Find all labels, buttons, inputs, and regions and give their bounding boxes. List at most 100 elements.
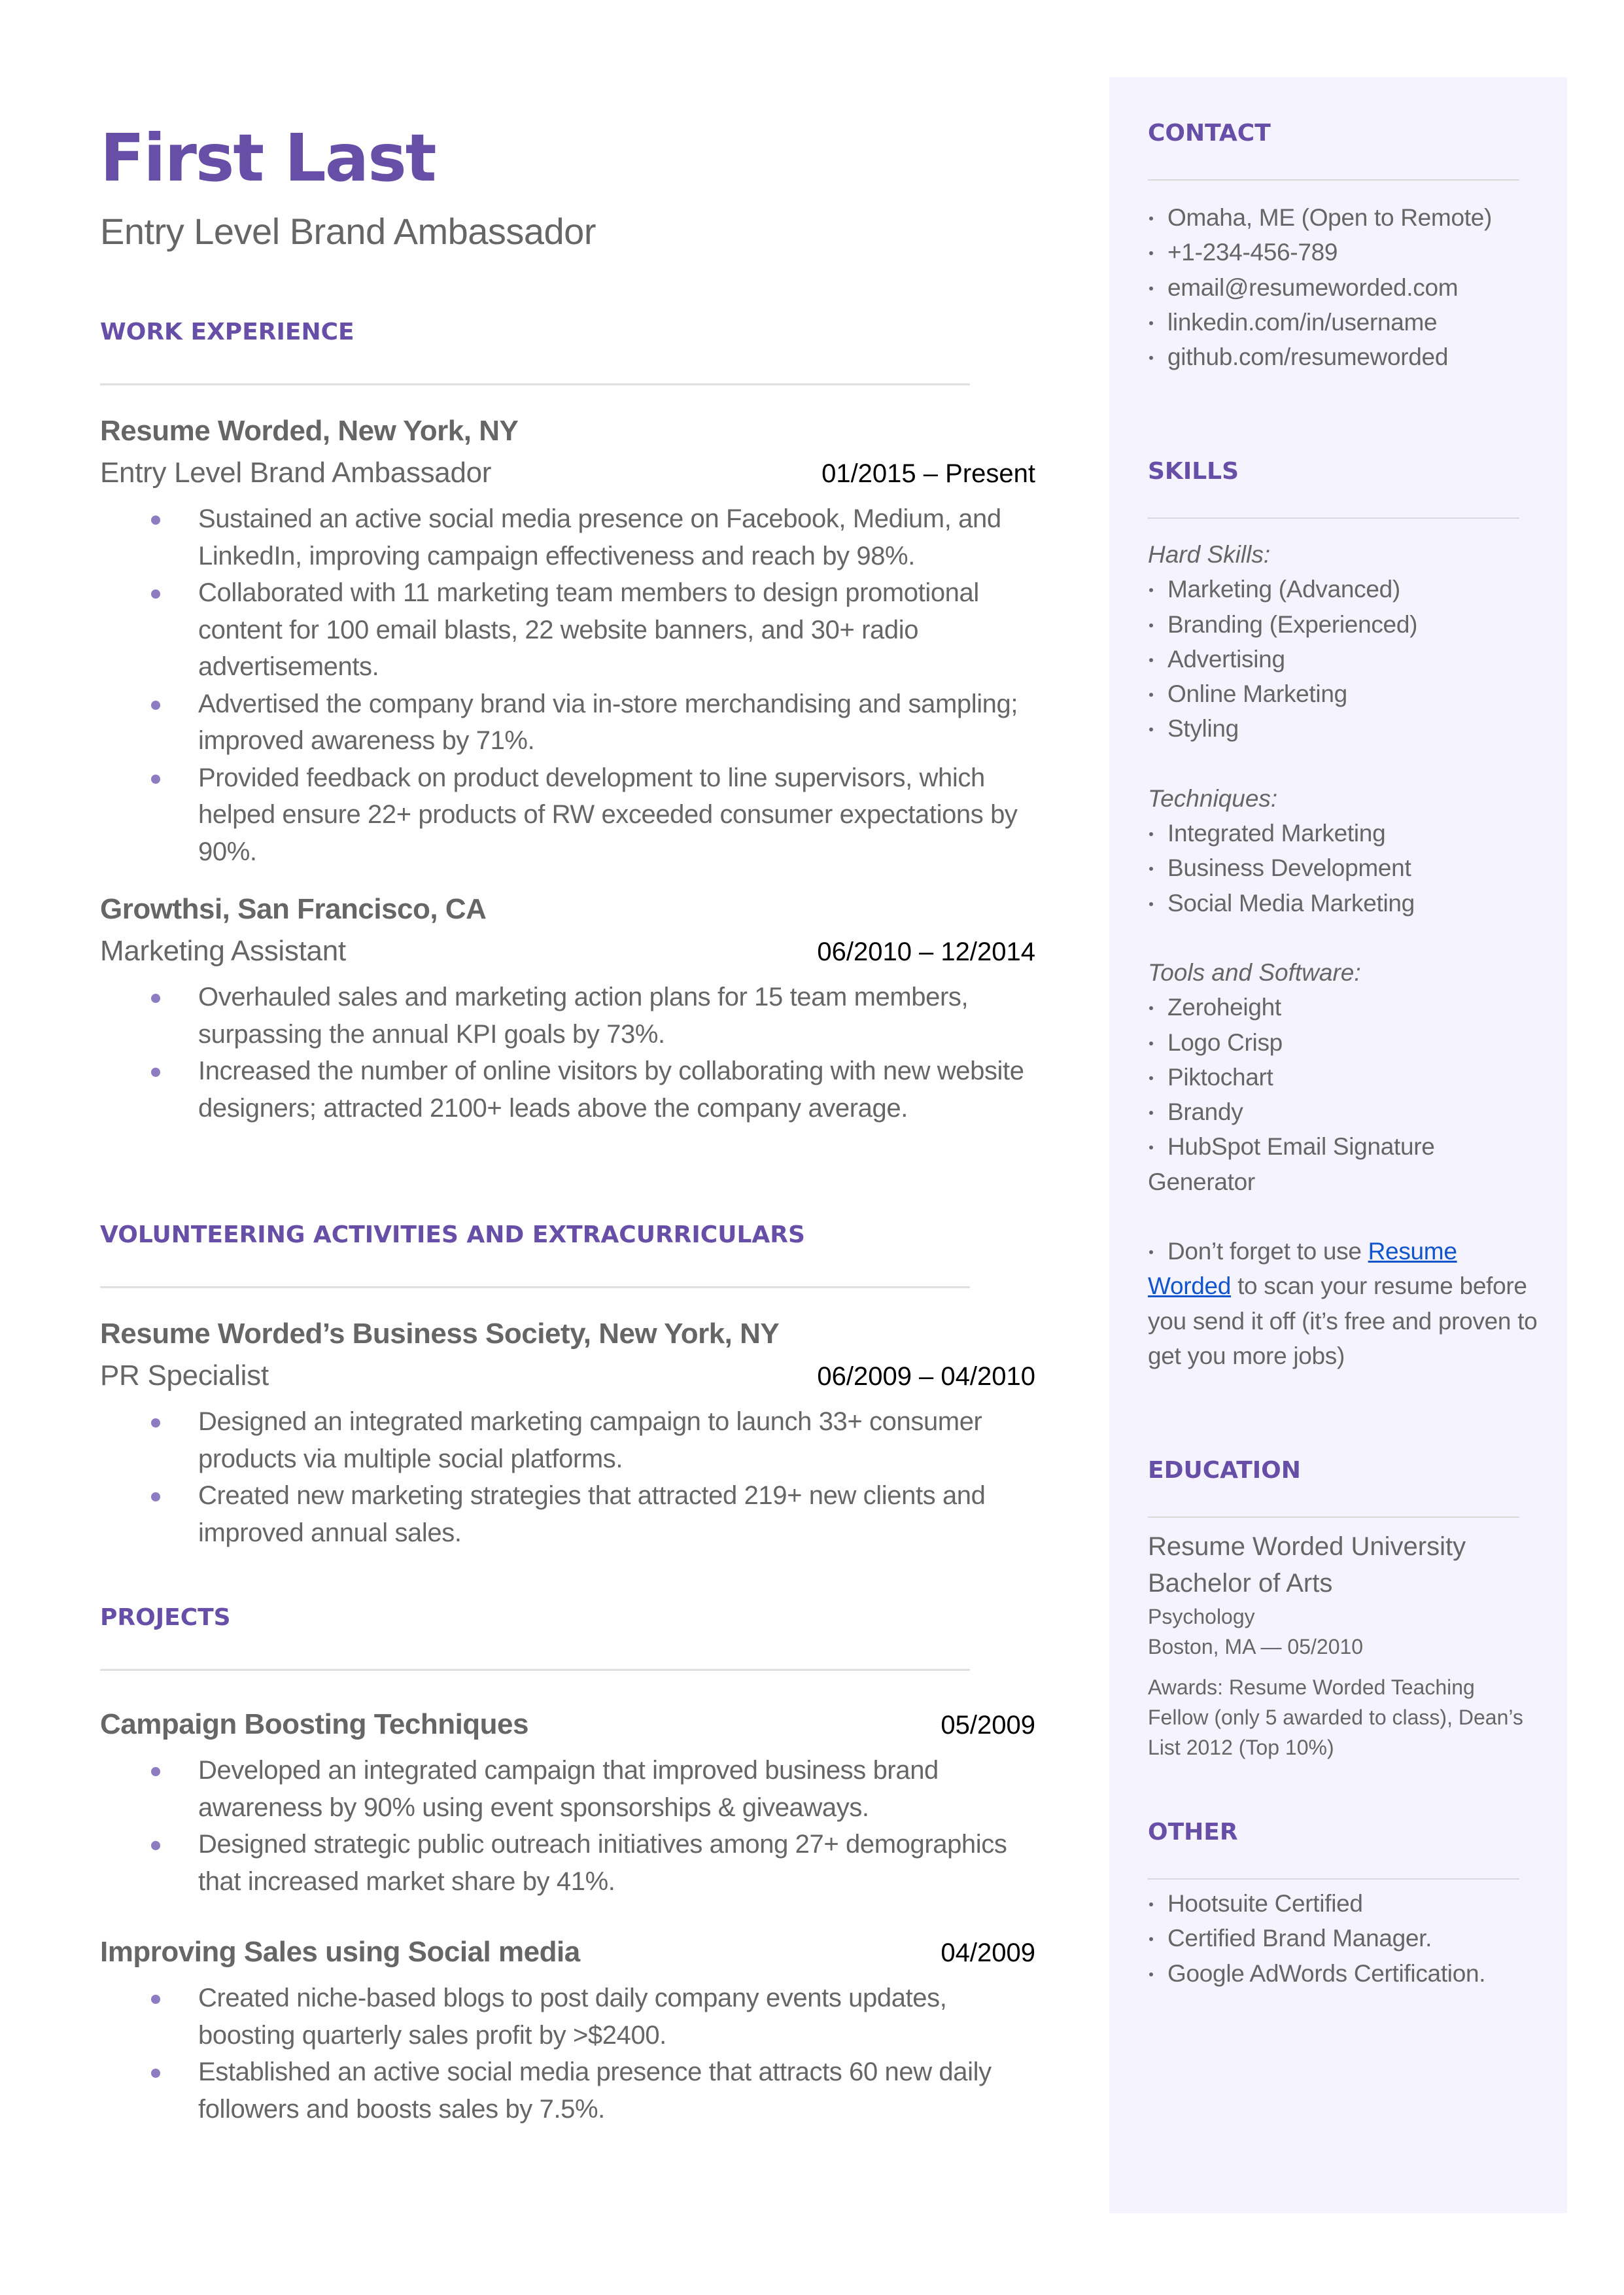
skill-text: Online Marketing bbox=[1167, 680, 1347, 708]
work-experience-section: WORK EXPERIENCE Resume Worded, New York,… bbox=[100, 321, 1035, 1127]
entry-bullets: Designed an integrated marketing campaig… bbox=[100, 1403, 1035, 1551]
bullet-dot-icon bbox=[1149, 1972, 1153, 1976]
skill-text: Business Development bbox=[1167, 854, 1411, 882]
skill-item: Zeroheight bbox=[1148, 990, 1540, 1025]
project-entry: Improving Sales using Social media 04/20… bbox=[100, 1938, 1035, 2128]
skill-text: Branding (Experienced) bbox=[1167, 610, 1418, 638]
bullet-dot-icon bbox=[1149, 356, 1153, 360]
contact-heading: CONTACT bbox=[1148, 120, 1271, 147]
bullet-item: Sustained an active social media presenc… bbox=[100, 500, 1035, 574]
education-section: EDUCATION Resume Worded University Bache… bbox=[1148, 1459, 1540, 1762]
bullet-item: Collaborated with 11 marketing team memb… bbox=[100, 574, 1035, 686]
skill-text: Brandy bbox=[1167, 1098, 1243, 1126]
resume-worded-tip: Don’t forget to use Resume Worded to sca… bbox=[1148, 1234, 1540, 1373]
work-entry: Growthsi, San Francisco, CA Marketing As… bbox=[100, 895, 1035, 1127]
entry-date: 06/2009 – 04/2010 bbox=[817, 1362, 1035, 1391]
entry-organization: Growthsi, San Francisco, CA bbox=[100, 893, 487, 925]
bullet-dot-icon bbox=[1149, 286, 1153, 290]
other-item: Google AdWords Certification. bbox=[1148, 1956, 1540, 1991]
contact-linkedin[interactable]: linkedin.com/in/username bbox=[1148, 305, 1540, 340]
linkedin-link[interactable]: linkedin.com/in/username bbox=[1167, 309, 1438, 336]
project-bullets: Created niche-based blogs to post daily … bbox=[100, 1980, 1035, 2128]
volunteering-section: VOLUNTEERING ACTIVITIES AND EXTRACURRICU… bbox=[100, 1223, 1035, 1551]
project-title-row: Campaign Boosting Techniques 05/2009 bbox=[100, 1710, 1035, 1739]
bullet-text: Sustained an active social media presenc… bbox=[198, 504, 1001, 570]
techniques-label: Techniques: bbox=[1148, 784, 1278, 812]
bullet-dot-icon bbox=[1149, 1111, 1153, 1115]
bullet-text: Advertised the company brand via in-stor… bbox=[198, 689, 1018, 756]
project-date: 04/2009 bbox=[941, 1938, 1035, 1967]
bullet-item: Designed an integrated marketing campaig… bbox=[100, 1403, 1035, 1477]
bullet-text: Created niche-based blogs to post daily … bbox=[198, 1984, 947, 2050]
bullet-text: Collaborated with 11 marketing team memb… bbox=[198, 578, 979, 681]
other-text: Hootsuite Certified bbox=[1167, 1890, 1363, 1917]
bullet-text: Designed an integrated marketing campaig… bbox=[198, 1407, 982, 1473]
candidate-title: Entry Level Brand Ambassador bbox=[100, 211, 596, 252]
contact-text: +1-234-456-789 bbox=[1167, 239, 1338, 266]
bullet-item: Established an active social media prese… bbox=[100, 2054, 1035, 2128]
bullet-dot-icon bbox=[1149, 657, 1153, 662]
bullet-dot-icon bbox=[1149, 217, 1153, 220]
skill-item: HubSpot Email Signature bbox=[1148, 1129, 1540, 1164]
skill-item: Piktochart bbox=[1148, 1060, 1540, 1095]
bullet-dot-icon bbox=[1149, 251, 1153, 256]
skill-text: Advertising bbox=[1167, 645, 1285, 673]
hard-skills-list: Marketing (Advanced) Branding (Experienc… bbox=[1148, 572, 1540, 746]
other-text: Certified Brand Manager. bbox=[1167, 1925, 1432, 1952]
projects-section: PROJECTS Campaign Boosting Techniques 05… bbox=[100, 1606, 1035, 2128]
bullet-text: Created new marketing strategies that at… bbox=[198, 1481, 986, 1547]
bullet-item: Increased the number of online visitors … bbox=[100, 1053, 1035, 1127]
bullet-text: Established an active social media prese… bbox=[198, 2058, 992, 2124]
bullet-dot-icon bbox=[1149, 1250, 1153, 1255]
skill-item: Social Media Marketing bbox=[1148, 886, 1540, 920]
education-major: Psychology bbox=[1148, 1605, 1255, 1628]
skill-item: Logo Crisp bbox=[1148, 1025, 1540, 1060]
other-heading: OTHER bbox=[1148, 1819, 1238, 1846]
other-list: Hootsuite Certified Certified Brand Mana… bbox=[1148, 1886, 1540, 1991]
entry-date: 06/2010 – 12/2014 bbox=[817, 937, 1035, 966]
tools-label: Tools and Software: bbox=[1148, 958, 1361, 986]
work-experience-heading: WORK EXPERIENCE bbox=[100, 319, 354, 345]
bullet-dot-icon bbox=[151, 2069, 160, 2078]
bullet-dot-icon bbox=[151, 1418, 160, 1428]
bullet-text: Overhauled sales and marketing action pl… bbox=[198, 983, 969, 1049]
entry-role: PR Specialist bbox=[100, 1359, 269, 1392]
bullet-dot-icon bbox=[1149, 1006, 1153, 1011]
bullet-dot-icon bbox=[1149, 902, 1153, 906]
skill-item: Brandy bbox=[1148, 1095, 1540, 1129]
tools-list: Zeroheight Logo Crisp Piktochart Brandy … bbox=[1148, 990, 1540, 1164]
github-link[interactable]: github.com/resumeworded bbox=[1167, 343, 1448, 370]
entry-bullets: Sustained an active social media presenc… bbox=[100, 500, 1035, 870]
contact-text: Omaha, ME (Open to Remote) bbox=[1167, 204, 1493, 231]
hard-skills-label: Hard Skills: bbox=[1148, 541, 1271, 568]
main-column: First Last Entry Level Brand Ambassador … bbox=[100, 111, 1035, 2124]
entry-date: 01/2015 – Present bbox=[821, 459, 1035, 488]
bullet-dot-icon bbox=[151, 700, 160, 710]
tip-prefix: Don’t forget to use bbox=[1167, 1238, 1368, 1265]
contact-email[interactable]: email@resumeworded.com bbox=[1148, 270, 1540, 305]
sidebar: CONTACT Omaha, ME (Open to Remote) +1-23… bbox=[1109, 77, 1567, 2213]
bullet-dot-icon bbox=[1149, 867, 1153, 871]
section-divider bbox=[1148, 1878, 1519, 1880]
projects-heading: PROJECTS bbox=[100, 1604, 231, 1631]
email-link[interactable]: email@resumeworded.com bbox=[1167, 274, 1459, 301]
skill-item: Marketing (Advanced) bbox=[1148, 572, 1540, 606]
tools-continuation: Generator bbox=[1148, 1168, 1255, 1195]
skills-section: SKILLS Hard Skills: Marketing (Advanced)… bbox=[1148, 460, 1540, 1373]
contact-github[interactable]: github.com/resumeworded bbox=[1148, 340, 1540, 374]
contact-section: CONTACT Omaha, ME (Open to Remote) +1-23… bbox=[1148, 122, 1540, 374]
skill-text: Styling bbox=[1167, 715, 1239, 743]
project-title: Campaign Boosting Techniques bbox=[100, 1708, 529, 1740]
project-title: Improving Sales using Social media bbox=[100, 1936, 580, 1968]
contact-phone: +1-234-456-789 bbox=[1148, 235, 1540, 270]
education-awards: Awards: Resume Worded Teaching Fellow (o… bbox=[1148, 1675, 1523, 1759]
bullet-dot-icon bbox=[1149, 693, 1153, 697]
bullet-dot-icon bbox=[151, 774, 160, 784]
education-location-date: Boston, MA — 05/2010 bbox=[1148, 1635, 1364, 1658]
entry-role-row: PR Specialist 06/2009 – 04/2010 bbox=[100, 1361, 1035, 1390]
skill-item: Styling bbox=[1148, 711, 1540, 746]
candidate-name: First Last bbox=[100, 120, 437, 196]
other-item: Hootsuite Certified bbox=[1148, 1886, 1540, 1921]
bullet-item: Created niche-based blogs to post daily … bbox=[100, 1980, 1035, 2054]
section-divider bbox=[1148, 517, 1519, 519]
